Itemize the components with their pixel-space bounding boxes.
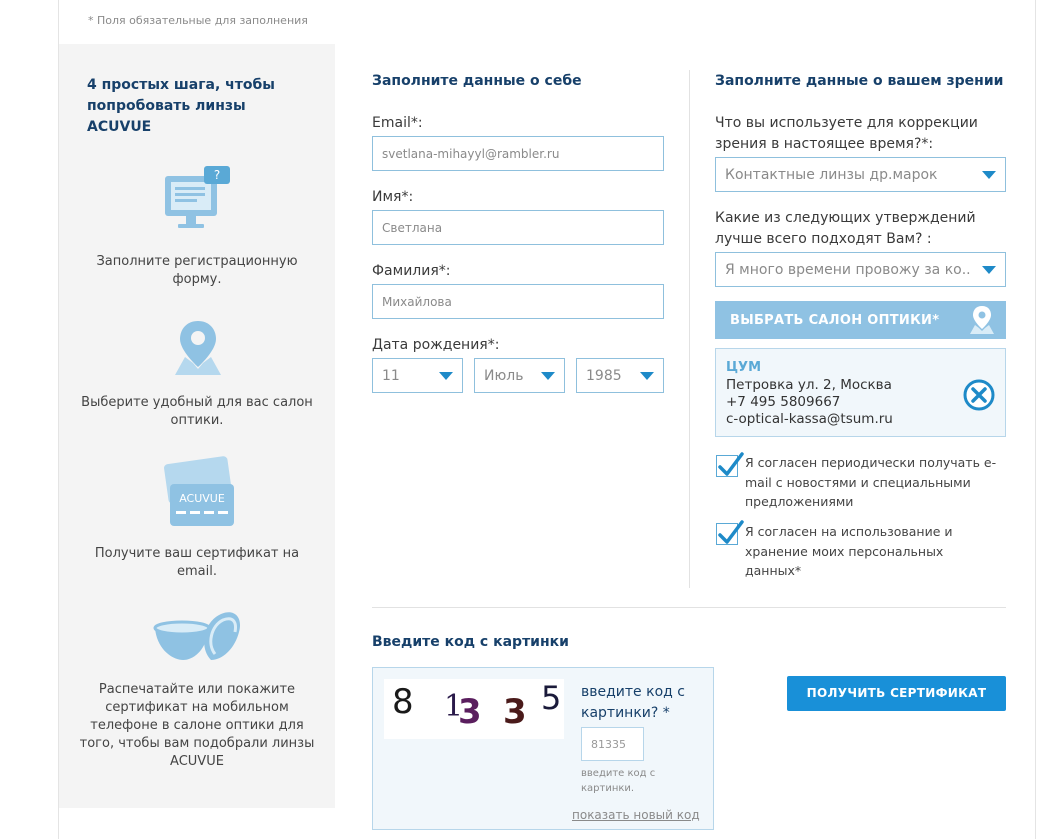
last-name-label: Фамилия*:: [372, 263, 451, 279]
salon-phone: +7 495 5809667: [726, 394, 841, 410]
birthdate-label: Дата рождения*:: [372, 337, 500, 353]
choose-salon-button[interactable]: ВЫБРАТЬ САЛОН ОПТИКИ*: [715, 301, 1006, 339]
captcha-hint: введите код с картинки.: [581, 768, 656, 794]
email-label: Email*:: [372, 115, 423, 131]
correction-value: Контактные линзы др.марок: [725, 167, 938, 183]
birth-year-select[interactable]: 1985: [576, 358, 664, 393]
location-pin-icon: [167, 317, 229, 383]
svg-text:?: ?: [214, 168, 220, 182]
last-name-field[interactable]: [372, 284, 664, 319]
section-divider: [372, 607, 1006, 608]
chevron-down-icon: [640, 372, 654, 380]
birth-year-value: 1985: [586, 368, 622, 384]
steps-sidebar: 4 простых шага, чтобы попробовать линзы …: [59, 44, 335, 808]
salon-address: Петровка ул. 2, Москва: [726, 377, 892, 393]
selected-salon-card: ЦУМ Петровка ул. 2, Москва +7 495 580966…: [715, 348, 1006, 437]
statement-question: Какие из следующих утверждений лучше все…: [715, 210, 976, 247]
column-divider: [689, 70, 690, 588]
captcha-label: введите код с картинки? *: [581, 684, 685, 721]
new-captcha-link[interactable]: показать новый код: [572, 808, 700, 822]
captcha-image: 8 1 3 3 5: [384, 679, 564, 739]
statement-select[interactable]: Я много времени провожу за ко...: [715, 252, 1006, 287]
certificate-card-icon: ACUVUE: [158, 456, 238, 532]
step-4-text: Распечатайте или покажите сертификат на …: [79, 682, 315, 769]
first-name-field[interactable]: [372, 210, 664, 245]
captcha-section-title: Введите код с картинки: [372, 634, 569, 650]
step-1-text: Заполните регистрационную форму.: [96, 254, 298, 287]
salon-name: ЦУМ: [726, 360, 762, 375]
statement-value: Я много времени провожу за ко...: [725, 262, 970, 278]
correction-question: Что вы используете для коррекции зрения …: [715, 115, 978, 152]
sidebar-title: 4 простых шага, чтобы попробовать линзы …: [87, 77, 275, 135]
step-2-text: Выберите удобный для вас салон оптики.: [81, 395, 313, 428]
chevron-down-icon: [541, 372, 555, 380]
first-name-label: Имя*:: [372, 189, 414, 205]
consent-news-label: Я согласен периодически получать e-mail …: [745, 455, 997, 509]
birth-month-value: Июль: [484, 368, 524, 384]
captcha-digit: 3: [503, 692, 527, 732]
contact-lens-icon: [151, 608, 247, 674]
captcha-panel: 8 1 3 3 5 введите код с картинки? * введ…: [372, 667, 714, 830]
birth-month-select[interactable]: Июль: [474, 358, 565, 393]
email-field[interactable]: [372, 136, 664, 171]
step-3-text: Получите ваш сертификат на email.: [94, 546, 300, 579]
checkmark-icon: [718, 520, 744, 544]
registration-form-icon: ?: [162, 164, 234, 240]
captcha-input[interactable]: [581, 727, 644, 761]
birth-day-select[interactable]: 11: [372, 358, 463, 393]
vision-section-title: Заполните данные о вашем зрении: [715, 73, 1004, 89]
map-pin-icon: [967, 304, 997, 340]
get-certificate-button[interactable]: ПОЛУЧИТЬ СЕРТИФИКАТ: [787, 676, 1006, 711]
checkmark-icon: [718, 452, 744, 476]
card-label: ACUVUE: [179, 492, 225, 505]
correction-select[interactable]: Контактные линзы др.марок: [715, 157, 1006, 192]
consent-news-checkbox[interactable]: [716, 452, 744, 477]
choose-salon-label: ВЫБРАТЬ САЛОН ОПТИКИ*: [730, 313, 940, 328]
remove-salon-icon[interactable]: [962, 378, 996, 416]
chevron-down-icon: [982, 266, 996, 274]
chevron-down-icon: [982, 171, 996, 179]
consent-data-label: Я согласен на использование и хранение м…: [745, 524, 953, 578]
required-fields-note: * Поля обязательные для заполнения: [88, 14, 308, 27]
salon-email: c-optical-kassa@tsum.ru: [726, 411, 893, 427]
page-border-right: [1035, 0, 1036, 839]
captcha-digit: 8: [392, 682, 414, 722]
birth-day-value: 11: [382, 368, 400, 384]
chevron-down-icon: [439, 372, 453, 380]
captcha-digit: 3: [458, 692, 482, 732]
captcha-digit: 5: [541, 679, 561, 717]
consent-data-checkbox[interactable]: [716, 520, 744, 545]
personal-section-title: Заполните данные о себе: [372, 73, 582, 89]
